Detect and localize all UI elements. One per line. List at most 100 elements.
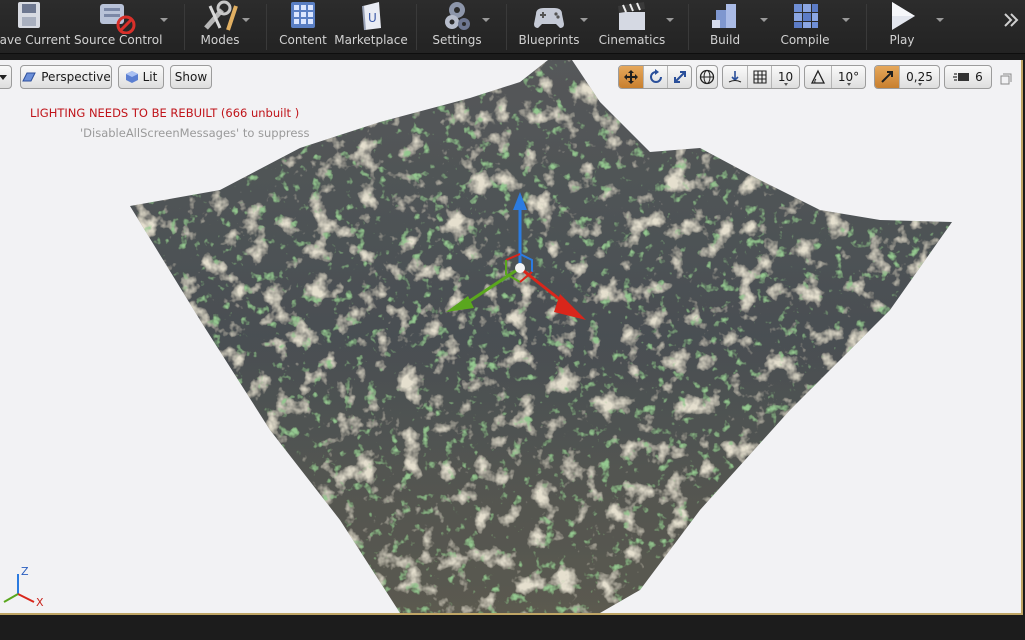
show-label: Show bbox=[174, 70, 208, 84]
cinematics-dropdown-icon[interactable] bbox=[666, 18, 674, 22]
rotation-snap-toggle[interactable] bbox=[805, 66, 831, 88]
chevron-down-icon bbox=[0, 74, 7, 80]
translate-mode-button[interactable] bbox=[619, 66, 643, 88]
maximize-viewport-icon[interactable] bbox=[1000, 70, 1012, 85]
axis-z-label: Z bbox=[21, 565, 29, 578]
modes-dropdown-icon[interactable] bbox=[242, 18, 250, 22]
source-control-button[interactable]: Source Control bbox=[74, 0, 163, 54]
show-dropdown[interactable]: Show bbox=[170, 65, 212, 89]
globe-icon bbox=[699, 69, 715, 85]
compile-dropdown-icon[interactable] bbox=[842, 18, 850, 22]
transform-mode-group bbox=[618, 65, 692, 89]
suppress-messages-hint: 'DisableAllScreenMessages' to suppress bbox=[80, 126, 310, 140]
source-control-icon bbox=[100, 4, 136, 34]
modes-button[interactable]: Modes bbox=[192, 0, 248, 54]
scale-snap-toggle[interactable] bbox=[875, 66, 899, 88]
save-current-label: Save Current bbox=[0, 33, 71, 47]
viewport-options-dropdown[interactable] bbox=[0, 65, 12, 89]
gizmo-x-arrow-icon[interactable] bbox=[554, 294, 586, 320]
rotation-snap-group: 10° bbox=[804, 65, 866, 89]
main-toolbar: Save Current Source Control Modes Conten… bbox=[0, 0, 1025, 54]
perspective-icon bbox=[22, 72, 37, 82]
lit-cube-icon bbox=[125, 71, 138, 83]
move-arrows-icon bbox=[624, 70, 638, 84]
lighting-rebuild-warning: LIGHTING NEEDS TO BE REBUILT (666 unbuil… bbox=[30, 106, 300, 120]
save-current-button[interactable]: Save Current bbox=[0, 0, 71, 54]
play-button[interactable]: Play bbox=[874, 0, 930, 54]
cinematics-button[interactable]: Cinematics bbox=[598, 0, 666, 54]
modes-label: Modes bbox=[200, 33, 240, 47]
lit-label: Lit bbox=[142, 70, 158, 84]
angle-icon bbox=[810, 69, 826, 84]
surface-snap-button[interactable] bbox=[723, 66, 747, 88]
gizmo-y-arrow-icon[interactable] bbox=[446, 296, 474, 312]
grid-icon bbox=[752, 70, 767, 84]
axis-x-label: X bbox=[36, 596, 44, 608]
svg-text:U: U bbox=[368, 11, 377, 25]
chevron-down-icon bbox=[846, 83, 851, 86]
toolbar-separator bbox=[184, 4, 185, 50]
play-icon bbox=[892, 2, 915, 30]
camera-speed-value: 6 bbox=[975, 70, 983, 84]
compile-icon bbox=[794, 4, 818, 28]
world-axis-indicator: Z X bbox=[3, 565, 44, 608]
camera-speed-dropdown[interactable]: 6 bbox=[944, 65, 992, 89]
build-label: Build bbox=[709, 33, 741, 47]
toolbar-overflow-chevron-icon[interactable] bbox=[1003, 10, 1019, 30]
build-icon bbox=[712, 4, 736, 28]
scale-mode-button[interactable] bbox=[667, 66, 691, 88]
world-local-toggle[interactable] bbox=[696, 65, 718, 89]
toolbar-separator bbox=[688, 4, 689, 50]
perspective-dropdown[interactable]: Perspective bbox=[20, 65, 112, 89]
scale-snap-value-dropdown[interactable]: 0,25 bbox=[899, 66, 939, 88]
marketplace-label: Marketplace bbox=[334, 33, 408, 47]
perspective-label: Perspective bbox=[41, 70, 111, 84]
scale-snap-value: 0,25 bbox=[906, 70, 933, 84]
rotation-snap-value-dropdown[interactable]: 10° bbox=[831, 66, 865, 88]
build-button[interactable]: Build bbox=[696, 0, 754, 54]
rotate-icon bbox=[649, 69, 662, 83]
grid-snap-toggle[interactable] bbox=[747, 66, 771, 88]
blueprints-dropdown-icon[interactable] bbox=[580, 18, 588, 22]
compile-label: Compile bbox=[780, 33, 830, 47]
modes-icon bbox=[204, 0, 238, 31]
play-label: Play bbox=[889, 33, 915, 47]
toolbar-separator bbox=[866, 4, 867, 50]
toolbar-separator bbox=[416, 4, 417, 50]
chevron-down-icon bbox=[917, 83, 922, 86]
lit-mode-dropdown[interactable]: Lit bbox=[118, 65, 164, 89]
grid-snap-group: 10 bbox=[722, 65, 800, 89]
scale-snap-icon bbox=[881, 71, 893, 83]
rotate-mode-button[interactable] bbox=[643, 66, 667, 88]
marketplace-button[interactable]: U Marketplace bbox=[334, 0, 408, 54]
settings-button[interactable]: Settings bbox=[428, 0, 486, 54]
gizmo-y-axis[interactable] bbox=[461, 266, 521, 308]
grid-snap-value-dropdown[interactable]: 10 bbox=[771, 66, 799, 88]
camera-speed-icon bbox=[953, 73, 970, 81]
settings-dropdown-icon[interactable] bbox=[482, 18, 490, 22]
blueprints-button[interactable]: Blueprints bbox=[514, 0, 584, 54]
gizmo-center-handle[interactable] bbox=[515, 263, 525, 273]
marketplace-icon: U bbox=[362, 2, 381, 31]
build-dropdown-icon[interactable] bbox=[760, 18, 768, 22]
play-dropdown-icon[interactable] bbox=[936, 18, 944, 22]
landscape-terrain bbox=[130, 60, 952, 613]
content-button[interactable]: Content bbox=[276, 0, 330, 54]
bottom-panel-strip bbox=[0, 617, 1025, 640]
settings-label: Settings bbox=[432, 33, 482, 47]
level-viewport[interactable]: Perspective Lit Show 10 10° 0,25 6 LIGHT… bbox=[0, 60, 1023, 615]
rotation-snap-value: 10° bbox=[837, 70, 860, 84]
source-control-label: Source Control bbox=[74, 33, 163, 47]
transform-gizmo[interactable] bbox=[440, 188, 590, 328]
surface-snap-icon bbox=[728, 71, 742, 83]
cinematics-clapper-icon bbox=[618, 2, 645, 30]
scale-icon bbox=[673, 71, 686, 83]
source-control-dropdown-icon[interactable] bbox=[160, 18, 168, 22]
compile-button[interactable]: Compile bbox=[774, 0, 836, 54]
chevron-down-icon bbox=[783, 83, 788, 86]
grid-snap-value: 10 bbox=[777, 70, 794, 84]
content-label: Content bbox=[279, 33, 327, 47]
blueprints-gamepad-icon bbox=[534, 8, 564, 28]
blueprints-label: Blueprints bbox=[518, 33, 580, 47]
gizmo-z-arrow-icon[interactable] bbox=[513, 192, 527, 210]
